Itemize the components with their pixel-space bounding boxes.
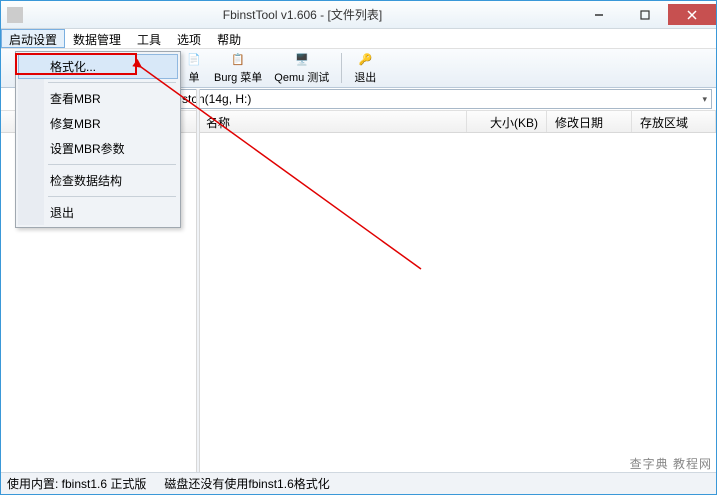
statusbar: 使用内置: fbinst1.6 正式版 磁盘还没有使用fbinst1.6格式化 <box>1 472 716 494</box>
dd-check-struct[interactable]: 检查数据结构 <box>18 168 178 193</box>
close-button[interactable] <box>668 4 716 25</box>
status-message: 磁盘还没有使用fbinst1.6格式化 <box>164 475 329 492</box>
col-area[interactable]: 存放区域 <box>632 111 716 132</box>
app-icon <box>7 7 23 23</box>
chevron-down-icon: ▾ <box>702 94 707 105</box>
dd-view-mbr[interactable]: 查看MBR <box>18 86 178 111</box>
window: FbinstTool v1.606 - [文件列表] 启动设置 数据管理 工具 … <box>0 0 717 495</box>
dd-exit[interactable]: 退出 <box>18 200 178 225</box>
menu-help[interactable]: 帮助 <box>209 29 249 48</box>
minimize-button[interactable] <box>576 4 622 25</box>
dropdown-menu: 格式化... 查看MBR 修复MBR 设置MBR参数 检查数据结构 退出 <box>15 51 181 228</box>
menu-options[interactable]: 选项 <box>169 29 209 48</box>
menu-boot-settings[interactable]: 启动设置 <box>1 29 65 48</box>
dd-repair-mbr[interactable]: 修复MBR <box>18 111 178 136</box>
window-title: FbinstTool v1.606 - [文件列表] <box>29 6 576 23</box>
exit-icon: 🔑 <box>357 52 373 68</box>
dd-separator <box>48 164 176 165</box>
menu-data-mgmt[interactable]: 数据管理 <box>65 29 129 48</box>
col-size[interactable]: 大小(KB) <box>467 111 547 132</box>
disk-combo[interactable]: ston(14g, H:) ▾ <box>177 89 712 109</box>
col-date[interactable]: 修改日期 <box>547 111 632 132</box>
titlebar: FbinstTool v1.606 - [文件列表] <box>1 1 716 29</box>
toolbar-btn-menu[interactable]: 📄单 <box>186 52 202 85</box>
menu-icon: 📋 <box>230 52 246 68</box>
toolbar-separator <box>341 53 342 83</box>
status-engine: 使用内置: fbinst1.6 正式版 <box>7 475 146 492</box>
dd-set-mbr[interactable]: 设置MBR参数 <box>18 136 178 161</box>
watermark: 查字典 教程网 <box>630 455 712 472</box>
menu-tools[interactable]: 工具 <box>129 29 169 48</box>
monitor-icon: 🖥️ <box>294 52 310 68</box>
list-icon: 📄 <box>186 52 202 68</box>
dd-separator <box>48 196 176 197</box>
toolbar-btn-exit[interactable]: 🔑退出 <box>354 52 376 85</box>
combo-text: ston(14g, H:) <box>182 92 251 106</box>
menubar: 启动设置 数据管理 工具 选项 帮助 <box>1 29 716 49</box>
col-name[interactable]: 名称 <box>198 111 467 132</box>
maximize-button[interactable] <box>622 4 668 25</box>
splitter[interactable] <box>196 89 200 472</box>
dd-format[interactable]: 格式化... <box>18 54 178 79</box>
dd-separator <box>48 82 176 83</box>
toolbar-btn-burg[interactable]: 📋Burg 菜单 <box>214 52 262 85</box>
toolbar-btn-qemu[interactable]: 🖥️Qemu 测试 <box>274 52 329 85</box>
